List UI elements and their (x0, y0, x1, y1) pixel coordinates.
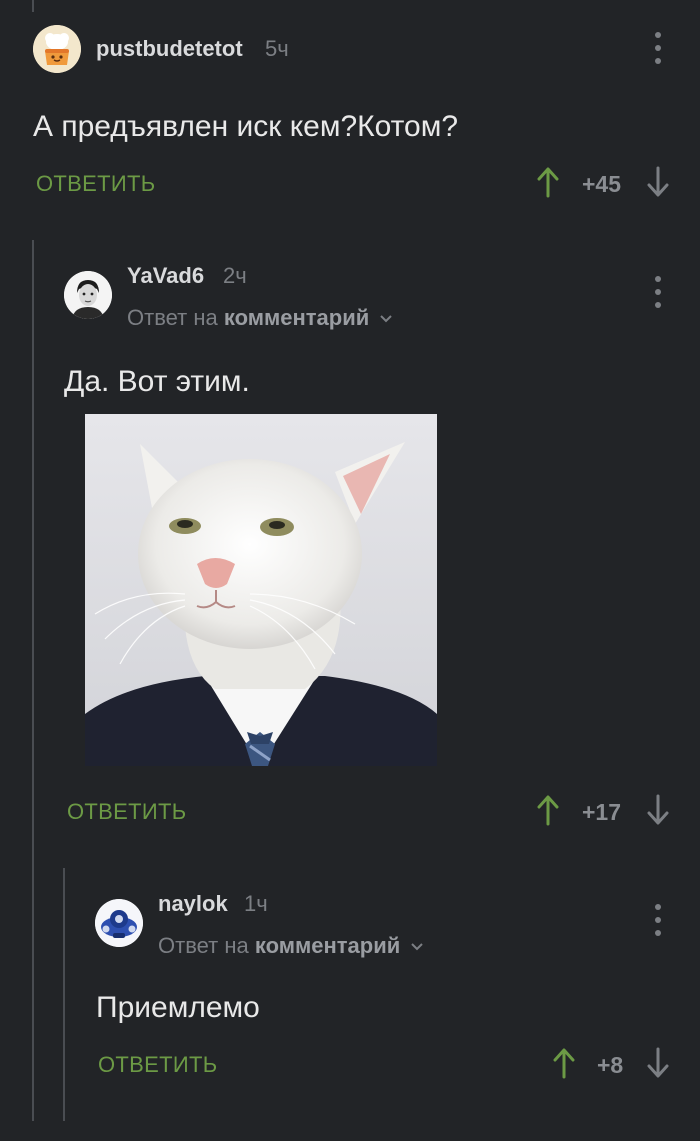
username[interactable]: pustbudetetot (96, 36, 243, 62)
timestamp: 5ч (265, 36, 289, 61)
thread-line-top (32, 0, 34, 12)
cat-in-suit-image[interactable] (85, 414, 437, 766)
reply-to-prefix: Ответ на (158, 933, 249, 958)
downvote-arrow-icon[interactable] (647, 1047, 669, 1079)
boy-portrait-avatar-icon (64, 271, 112, 319)
upvote-arrow-icon[interactable] (553, 1047, 575, 1079)
more-menu-icon[interactable] (648, 32, 668, 64)
reply-to-target[interactable]: комментарий (255, 933, 400, 958)
chevron-down-icon (380, 315, 393, 323)
downvote-arrow-icon[interactable] (647, 794, 669, 826)
reply-button[interactable]: ОТВЕТИТЬ (36, 171, 155, 197)
reply-button[interactable]: ОТВЕТИТЬ (67, 799, 186, 825)
score: +17 (582, 799, 622, 825)
timestamp: 1ч (244, 891, 268, 916)
timestamp: 2ч (223, 263, 247, 288)
comment-text: А предъявлен иск кем?Котом? (33, 110, 459, 143)
upvote-arrow-icon[interactable] (537, 166, 559, 198)
comment-text: Приемлемо (96, 991, 260, 1024)
thread-line-level-1[interactable] (32, 240, 34, 1121)
downvote-arrow-icon[interactable] (647, 166, 669, 198)
score: +8 (597, 1052, 624, 1078)
reply-to-link[interactable]: Ответ на комментарий (127, 305, 393, 331)
more-menu-icon[interactable] (648, 276, 668, 308)
reply-to-target[interactable]: комментарий (224, 305, 369, 330)
robot-avatar-icon (95, 899, 143, 947)
comment-text: Да. Вот этим. (64, 365, 250, 398)
cat-in-suit-image-graphic (85, 414, 437, 766)
user-avatar[interactable] (95, 899, 143, 947)
chevron-down-icon (411, 943, 424, 951)
username[interactable]: YaVad6 (127, 263, 204, 289)
cake-avatar-icon (33, 25, 81, 73)
reply-button[interactable]: ОТВЕТИТЬ (98, 1052, 217, 1078)
reply-to-prefix: Ответ на (127, 305, 218, 330)
user-avatar[interactable] (33, 25, 81, 73)
thread-line-level-2[interactable] (63, 868, 65, 1121)
reply-to-link[interactable]: Ответ на комментарий (158, 933, 424, 959)
upvote-arrow-icon[interactable] (537, 794, 559, 826)
score: +45 (582, 171, 622, 197)
user-avatar[interactable] (64, 271, 112, 319)
username[interactable]: naylok (158, 891, 228, 917)
more-menu-icon[interactable] (648, 904, 668, 936)
